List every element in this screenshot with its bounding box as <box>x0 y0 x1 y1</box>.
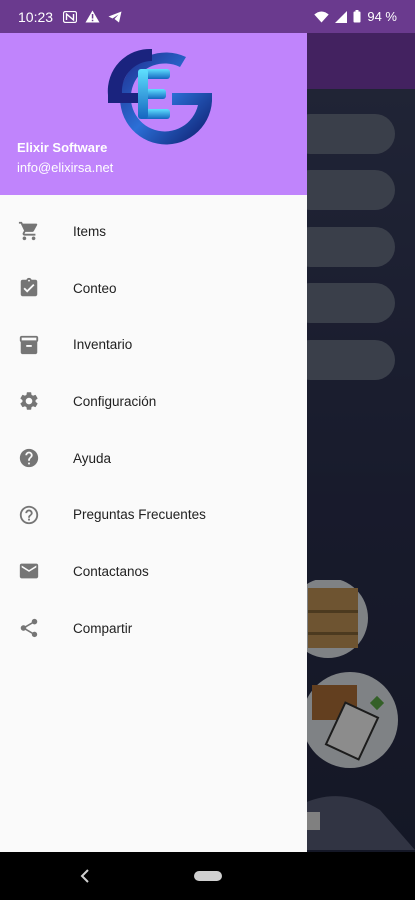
drawer-menu: Items Conteo Inventario Configuración Ay… <box>0 195 307 657</box>
navigation-drawer: Elixir Software info@elixirsa.net Items … <box>0 33 307 852</box>
menu-item-label: Ayuda <box>73 450 112 466</box>
archive-icon <box>18 334 40 356</box>
clipboard-check-icon <box>18 277 40 299</box>
menu-item-label: Items <box>73 223 107 239</box>
menu-item-inventario[interactable]: Inventario <box>0 316 307 373</box>
menu-item-compartir[interactable]: Compartir <box>0 600 307 657</box>
mail-icon <box>18 560 40 582</box>
elixir-logo <box>107 48 212 145</box>
cart-icon <box>18 220 40 242</box>
telegram-icon <box>108 11 122 22</box>
help-icon <box>18 447 40 469</box>
menu-item-ayuda[interactable]: Ayuda <box>0 430 307 487</box>
wifi-icon <box>314 11 330 22</box>
menu-item-conteo[interactable]: Conteo <box>0 260 307 317</box>
notification-n-icon <box>63 10 78 23</box>
help-outline-icon <box>18 504 40 526</box>
menu-item-label: Compartir <box>73 620 133 636</box>
company-name: Elixir Software <box>17 140 108 155</box>
battery-percent: 94 % <box>367 9 397 24</box>
menu-item-contactanos[interactable]: Contactanos <box>0 543 307 600</box>
battery-icon <box>353 10 361 23</box>
status-bar: 10:23 94 % <box>0 0 415 33</box>
menu-item-label: Conteo <box>73 280 117 296</box>
back-chevron-icon[interactable] <box>76 866 96 886</box>
drawer-header: Elixir Software info@elixirsa.net <box>0 33 307 195</box>
company-email: info@elixirsa.net <box>17 160 114 175</box>
share-icon <box>18 617 40 639</box>
status-time: 10:23 <box>18 8 54 25</box>
menu-item-label: Configuración <box>73 393 157 409</box>
warning-icon <box>85 10 100 23</box>
menu-item-label: Preguntas Frecuentes <box>73 507 206 523</box>
home-pill[interactable] <box>194 871 222 881</box>
gear-icon <box>18 390 40 412</box>
system-navigation-bar <box>0 852 415 900</box>
menu-item-configuracion[interactable]: Configuración <box>0 373 307 430</box>
menu-item-preguntas-frecuentes[interactable]: Preguntas Frecuentes <box>0 486 307 543</box>
signal-icon <box>335 10 348 23</box>
menu-item-items[interactable]: Items <box>0 203 307 260</box>
menu-item-label: Inventario <box>73 337 133 353</box>
menu-item-label: Contactanos <box>73 563 149 579</box>
